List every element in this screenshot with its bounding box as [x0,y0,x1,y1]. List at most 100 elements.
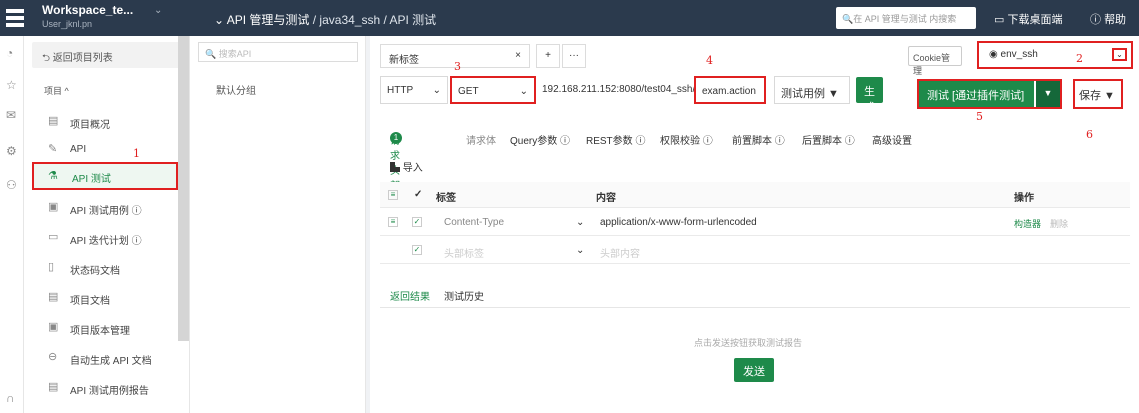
monitor-icon: ▭ [994,14,1005,26]
tab-history[interactable]: 测试历史 [444,288,484,303]
table-header: ≡ ✓ 标签 内容 操作 [380,182,1130,208]
main-panel: 新标签 × + ··· Cookie管理 ◉ env_ssh ⌄ HTTP ⌄ GE… [370,36,1139,413]
url-input[interactable]: 192.168.211.152:8080/test04_ssh/ [536,76,695,104]
pencil-icon: ✎ [48,143,58,155]
sidebar-scrollbar[interactable] [178,36,189,341]
annotation-2: 2 [1076,52,1083,65]
back-arrow-icon: ⮌ [42,53,51,64]
annotation-3: 3 [454,60,461,73]
sidebar-item-case-report[interactable]: ▤ API 测试用例报告 [32,374,178,402]
tab-result[interactable]: 返回结果 [390,288,430,303]
chevron-down-icon: ⌄ [519,86,528,97]
builder-link[interactable]: 构造器 [1014,217,1041,230]
chevron-down-icon[interactable]: ⌄ [1112,48,1127,61]
top-nav: ⌄ API 管理与测试 / java34_ssh / API 测试 [214,11,436,28]
tab-auth[interactable]: 权限校验 ⓘ [660,132,713,147]
annotation-5: 5 [976,110,983,123]
top-bar: Workspace_te... User_jknl.pn ⌄ ⌄ API 管理与… [0,0,1139,36]
tab-body[interactable]: 请求体 [466,132,496,147]
col-label: 标签 [436,193,456,204]
path-input[interactable]: exam.action [694,76,766,104]
sidebar-item-auto-docs[interactable]: ⊖ 自动生成 API 文档 [32,344,178,372]
sidebar-item-test-cases[interactable]: ▣ API 测试用例 ⓘ [32,194,178,222]
project-group-toggle[interactable]: 项目 ^ [44,84,69,97]
add-tab-button[interactable]: + [536,44,560,68]
nav-menu[interactable]: ⌄ API 管理与测试 [214,13,309,27]
workspace-switcher[interactable]: Workspace_te... User_jknl.pn ⌄ [42,3,162,29]
chevron-down-icon[interactable]: ⌄ [576,217,584,228]
tab-query[interactable]: Query参数 ⓘ [510,132,570,147]
search-icon: 🔍 [205,49,217,59]
default-group-item[interactable]: 默认分组 [216,82,256,97]
chevron-down-icon: ⌄ [432,85,441,96]
test-dropdown-button[interactable]: ▼ [1036,81,1060,107]
test-button[interactable]: 测试 [通过插件测试] [919,81,1034,107]
sidebar-item-iteration-plan[interactable]: ▭ API 迭代计划 ⓘ [32,224,178,252]
icon-rail: ◔ ☆ ✉ ⚙ ⚇ ∩ [0,36,24,413]
sidebar-item-versions[interactable]: ▣ 项目版本管理 [32,314,178,342]
tab-post-script[interactable]: 后置脚本 ⓘ [802,132,855,147]
more-tabs-button[interactable]: ··· [562,44,586,68]
check-icon: ✓ [414,189,423,200]
annotation-1: 1 [133,147,140,160]
close-icon[interactable]: × [515,50,521,61]
sidebar-item-api-test[interactable]: ⚗ API 测试 [32,162,178,190]
sidebar-item-api[interactable]: ✎ API [32,136,178,164]
environment-label: ◉ env_ssh [989,49,1038,60]
headset-icon[interactable]: ∩ [6,391,15,405]
tab-rest[interactable]: REST参数 ⓘ [586,132,645,147]
header-count-badge: 1 [390,132,402,144]
col-content: 内容 [596,193,616,204]
back-to-projects-button[interactable]: ⮌ 返回项目列表 [32,42,182,68]
flask-icon: ⚗ [48,170,58,182]
select-all-checkbox[interactable]: ≡ [388,189,398,200]
header-content-input[interactable]: application/x-www-form-urlencoded [600,217,757,228]
method-select[interactable]: GET ⌄ [450,76,536,104]
row-checkbox[interactable]: ✓ [412,244,422,255]
sidebar-item-overview[interactable]: ▤ 项目概况 [32,108,178,136]
global-search-input[interactable]: 🔍在 API 管理与测试 内搜索 [836,7,976,29]
send-button[interactable]: 发送 [734,358,774,382]
import-button[interactable]: ▙ 导入 [390,159,423,174]
cookie-manager-button[interactable]: Cookie管理 [908,46,962,76]
grid-icon: ▤ [48,115,59,127]
row-checkbox[interactable]: ✓ [412,216,422,227]
protocol-select[interactable]: HTTP ⌄ [380,76,448,104]
star-icon[interactable]: ☆ [6,78,17,92]
drag-handle-icon[interactable]: ≡ [388,216,398,227]
settings-icon[interactable]: ⚙ [6,144,17,158]
workspace-user: User_jknl.pn [42,19,93,29]
bell-icon[interactable]: ◔ [6,46,13,60]
tab-pre-script[interactable]: 前置脚本 ⓘ [732,132,785,147]
chevron-down-icon: ⌄ [154,5,163,16]
version-icon: ▣ [48,321,59,333]
sidebar-item-project-docs[interactable]: ▤ 项目文档 [32,284,178,312]
table-row: ≡ ✓ Content-Type ⌄ application/x-www-for… [380,208,1130,236]
doc-icon: ▯ [48,261,55,273]
report-icon: ▤ [48,381,59,393]
test-button-group: 测试 [通过插件测试] ▼ [917,79,1062,109]
eye-icon: ◉ [989,49,998,60]
delete-link[interactable]: 删除 [1050,217,1068,230]
search-icon: 🔍 [842,14,854,24]
table-row: ✓ 头部标签 ⌄ 头部内容 [380,236,1130,264]
header-label-input[interactable]: 头部标签 [444,245,484,260]
test-case-select[interactable]: 测试用例 ▼ [774,76,850,104]
help-button[interactable]: ⓘ 帮助 [1090,11,1126,27]
import-icon: ▙ [390,163,400,174]
sidebar-item-status-codes[interactable]: ▯ 状态码文档 [32,254,178,282]
environment-selector[interactable]: ◉ env_ssh ⌄ [977,41,1133,69]
generate-code-button[interactable]: 生成代码 [856,77,883,146]
header-label-input[interactable]: Content-Type [444,217,504,228]
tab-advanced[interactable]: 高级设置 [872,132,912,147]
api-search-input[interactable]: 🔍 搜索API [198,42,358,62]
workspace-name: Workspace_te... [42,3,134,17]
header-content-input[interactable]: 头部内容 [600,245,640,260]
annotation-6: 6 [1086,128,1093,141]
chevron-down-icon[interactable]: ⌄ [576,245,584,256]
robot-icon: ⊖ [48,351,58,363]
save-button[interactable]: 保存 ▼ [1073,79,1123,109]
mail-icon[interactable]: ✉ [6,108,16,122]
add-user-icon[interactable]: ⚇ [6,178,17,192]
download-button[interactable]: ▭ 下载桌面端 [994,11,1062,27]
